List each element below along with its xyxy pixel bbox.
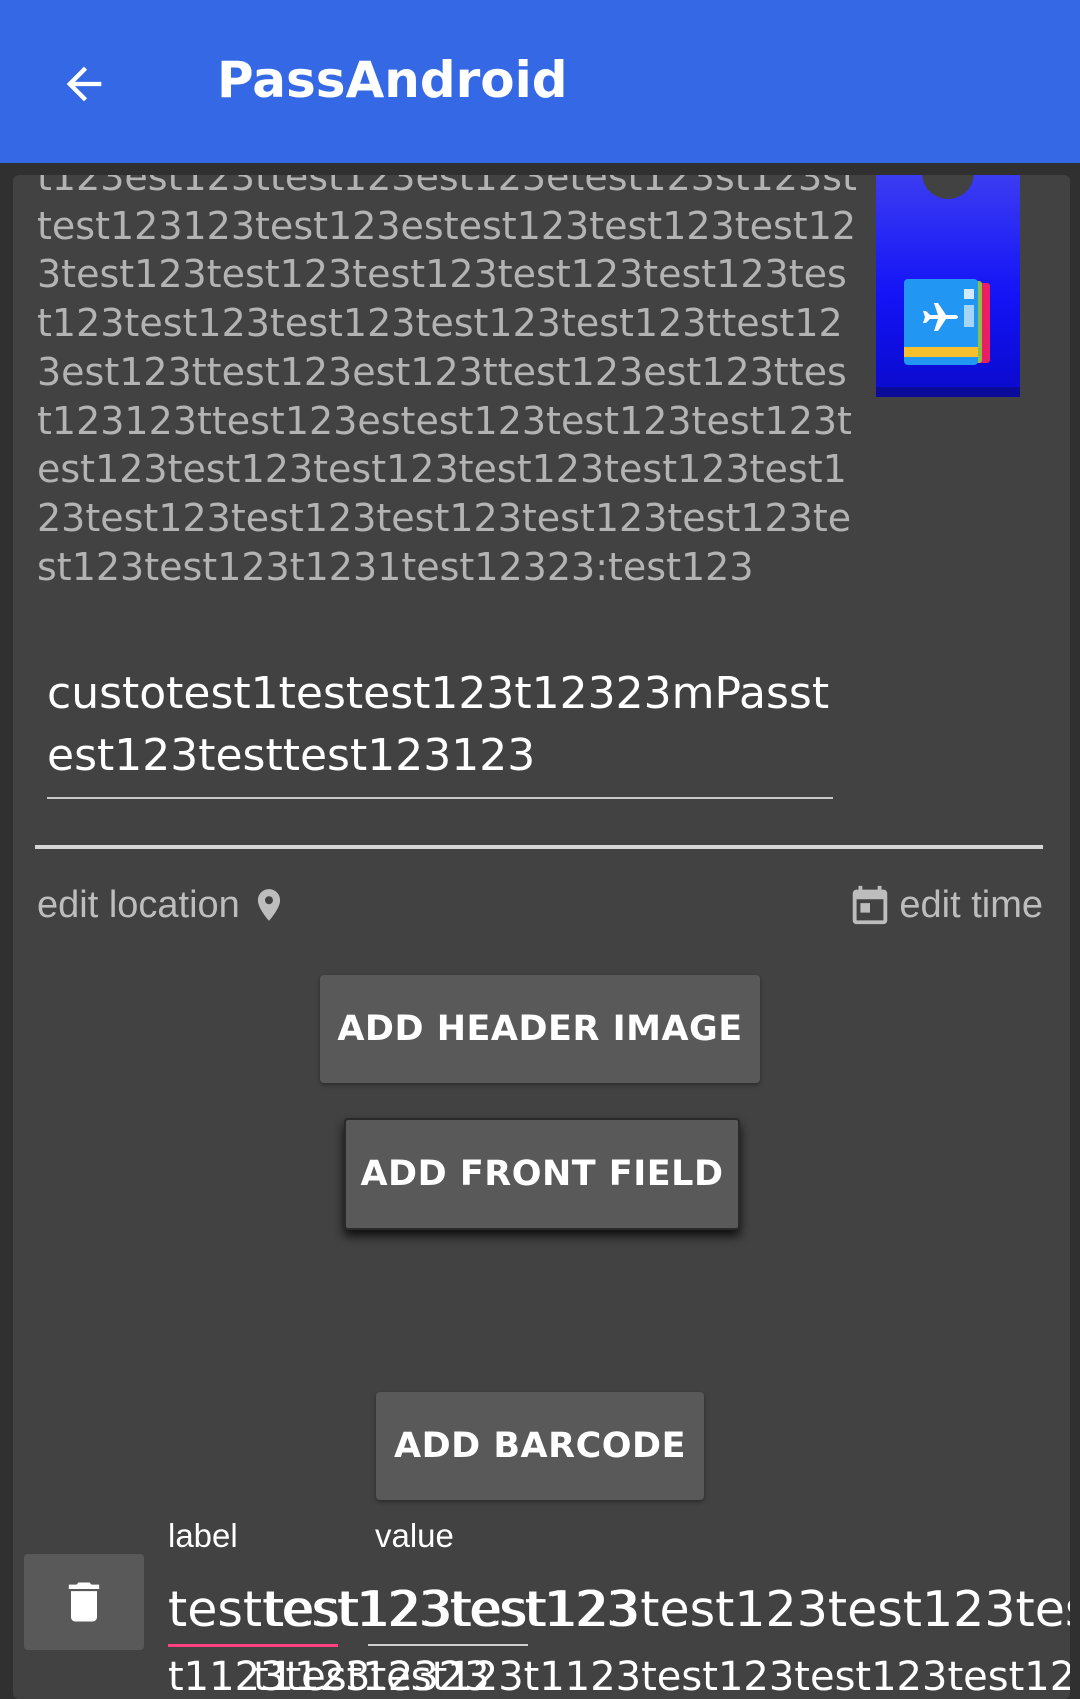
add-header-image-button[interactable]: ADD HEADER IMAGE: [320, 975, 760, 1083]
edit-time-label: edit time: [899, 883, 1043, 926]
add-barcode-button[interactable]: ADD BARCODE: [376, 1392, 704, 1500]
edit-location-button[interactable]: edit location: [37, 875, 288, 935]
app-bar: PassAndroid: [0, 0, 1080, 163]
value-input-underline: [368, 1644, 528, 1646]
edit-location-label: edit location: [37, 883, 240, 926]
field-value-overflow-text: t1123test123t1123test123test123test123: [253, 1655, 1070, 1699]
field-value-caption: value: [375, 1517, 454, 1554]
pass-edit-card: t123est123ttest123est123etest123st123stt…: [13, 175, 1070, 1699]
field-value-input[interactable]: test123test123test123test123test123test: [265, 1580, 1070, 1640]
edit-time-button[interactable]: edit time: [847, 875, 1043, 935]
description-input[interactable]: custotest1testest123t12323mPasstest123te…: [47, 663, 833, 799]
add-front-field-button[interactable]: ADD FRONT FIELD: [344, 1118, 740, 1230]
icon-bottom-bar: [876, 387, 1020, 397]
pass-icon-image[interactable]: [876, 175, 1020, 397]
trash-icon: [68, 1582, 100, 1622]
arrow-left-icon: [66, 66, 102, 102]
passandroid-logo-icon: [904, 279, 990, 365]
field-label-caption: label: [168, 1517, 238, 1554]
label-input-underline: [168, 1644, 338, 1647]
pass-description-text[interactable]: t123est123ttest123est123etest123st123stt…: [37, 175, 857, 591]
delete-field-button[interactable]: [24, 1554, 144, 1650]
location-pin-icon: [257, 889, 280, 921]
app-title: PassAndroid: [217, 51, 568, 109]
calendar-icon: [853, 885, 888, 925]
ticket-notch: [922, 175, 974, 199]
back-button[interactable]: [52, 52, 116, 116]
section-divider: [35, 845, 1043, 849]
